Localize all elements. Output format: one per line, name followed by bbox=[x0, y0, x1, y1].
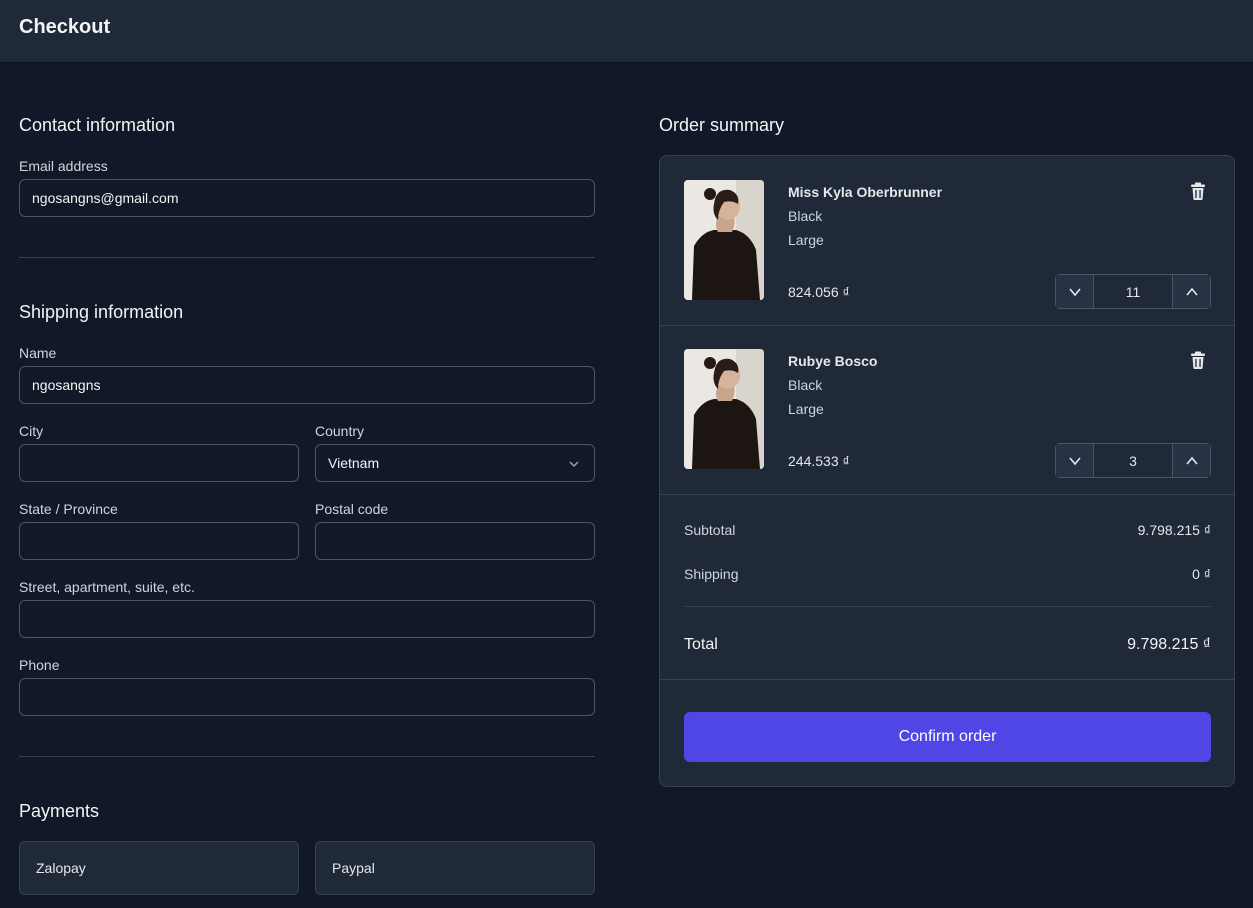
street-field[interactable] bbox=[19, 600, 595, 638]
subtotal-label: Subtotal bbox=[684, 522, 736, 538]
shipping-row: Shipping 0 ₫ bbox=[684, 566, 1211, 582]
order-summary-card: Miss Kyla Oberbrunner Black Large 824.05… bbox=[659, 155, 1235, 787]
cart-item: Miss Kyla Oberbrunner Black Large 824.05… bbox=[660, 156, 1234, 325]
shipping-label: Shipping bbox=[684, 566, 739, 582]
total-value: 9.798.215 ₫ bbox=[1127, 636, 1211, 653]
increase-quantity-button[interactable] bbox=[1172, 275, 1210, 308]
postal-label: Postal code bbox=[315, 501, 389, 517]
quantity-input[interactable]: 3 bbox=[1094, 444, 1172, 477]
trash-icon[interactable] bbox=[1190, 182, 1206, 200]
totals-divider bbox=[684, 606, 1211, 607]
decrease-quantity-button[interactable] bbox=[1056, 275, 1094, 308]
chevron-down-icon bbox=[1068, 287, 1081, 296]
product-image[interactable] bbox=[684, 349, 764, 469]
country-label: Country bbox=[315, 423, 365, 439]
section-divider bbox=[19, 756, 595, 757]
total-label: Total bbox=[684, 636, 718, 653]
trash-icon[interactable] bbox=[1190, 351, 1206, 369]
shipping-value: 0 ₫ bbox=[1192, 566, 1211, 582]
quantity-stepper: 11 bbox=[1055, 274, 1211, 309]
payment-option-zalopay[interactable]: Zalopay bbox=[19, 841, 299, 895]
quantity-stepper: 3 bbox=[1055, 443, 1211, 478]
confirm-order-button[interactable]: Confirm order bbox=[684, 712, 1211, 762]
chevron-up-icon bbox=[1185, 456, 1198, 465]
shipping-section-title: Shipping information bbox=[19, 302, 184, 322]
name-value: ngosangns bbox=[32, 377, 101, 393]
item-color: Black bbox=[788, 208, 823, 224]
quantity-input[interactable]: 11 bbox=[1094, 275, 1172, 308]
item-name: Miss Kyla Oberbrunner bbox=[788, 184, 943, 200]
phone-label: Phone bbox=[19, 657, 60, 673]
cart-item: Rubye Bosco Black Large 244.533 ₫ 3 bbox=[660, 325, 1234, 494]
contact-section-title: Contact information bbox=[19, 115, 176, 135]
country-select[interactable]: Vietnam bbox=[315, 444, 595, 482]
summary-divider bbox=[660, 679, 1234, 680]
section-divider bbox=[19, 257, 595, 258]
payment-option-paypal[interactable]: Paypal bbox=[315, 841, 595, 895]
item-price: 824.056 ₫ bbox=[788, 284, 850, 300]
payment-option-label: Paypal bbox=[332, 860, 375, 876]
item-divider bbox=[660, 494, 1234, 495]
postal-code-field[interactable] bbox=[315, 522, 595, 560]
product-image[interactable] bbox=[684, 180, 764, 300]
city-field[interactable] bbox=[19, 444, 299, 482]
city-label: City bbox=[19, 423, 44, 439]
total-row: Total 9.798.215 ₫ bbox=[684, 636, 1211, 654]
payments-section-title: Payments bbox=[19, 801, 100, 821]
name-label: Name bbox=[19, 345, 57, 361]
item-name: Rubye Bosco bbox=[788, 353, 878, 369]
payment-option-label: Zalopay bbox=[36, 860, 86, 876]
email-value: ngosangns@gmail.com bbox=[32, 190, 179, 206]
subtotal-row: Subtotal 9.798.215 ₫ bbox=[684, 522, 1211, 538]
name-field[interactable]: ngosangns bbox=[19, 366, 595, 404]
subtotal-value: 9.798.215 ₫ bbox=[1137, 522, 1211, 538]
page-title: Checkout bbox=[19, 16, 111, 38]
street-label: Street, apartment, suite, etc. bbox=[19, 579, 195, 595]
item-price: 244.533 ₫ bbox=[788, 453, 850, 469]
email-field[interactable]: ngosangns@gmail.com bbox=[19, 179, 595, 217]
item-size: Large bbox=[788, 401, 824, 417]
item-size: Large bbox=[788, 232, 824, 248]
increase-quantity-button[interactable] bbox=[1172, 444, 1210, 477]
chevron-down-icon bbox=[1068, 456, 1081, 465]
state-field[interactable] bbox=[19, 522, 299, 560]
country-value: Vietnam bbox=[328, 455, 380, 471]
chevron-up-icon bbox=[1185, 287, 1198, 296]
header-bar: Checkout bbox=[0, 0, 1253, 63]
summary-section-title: Order summary bbox=[659, 115, 785, 135]
email-label: Email address bbox=[19, 158, 108, 174]
item-color: Black bbox=[788, 377, 823, 393]
decrease-quantity-button[interactable] bbox=[1056, 444, 1094, 477]
phone-field[interactable] bbox=[19, 678, 595, 716]
chevron-down-icon bbox=[569, 461, 579, 468]
state-label: State / Province bbox=[19, 501, 118, 517]
